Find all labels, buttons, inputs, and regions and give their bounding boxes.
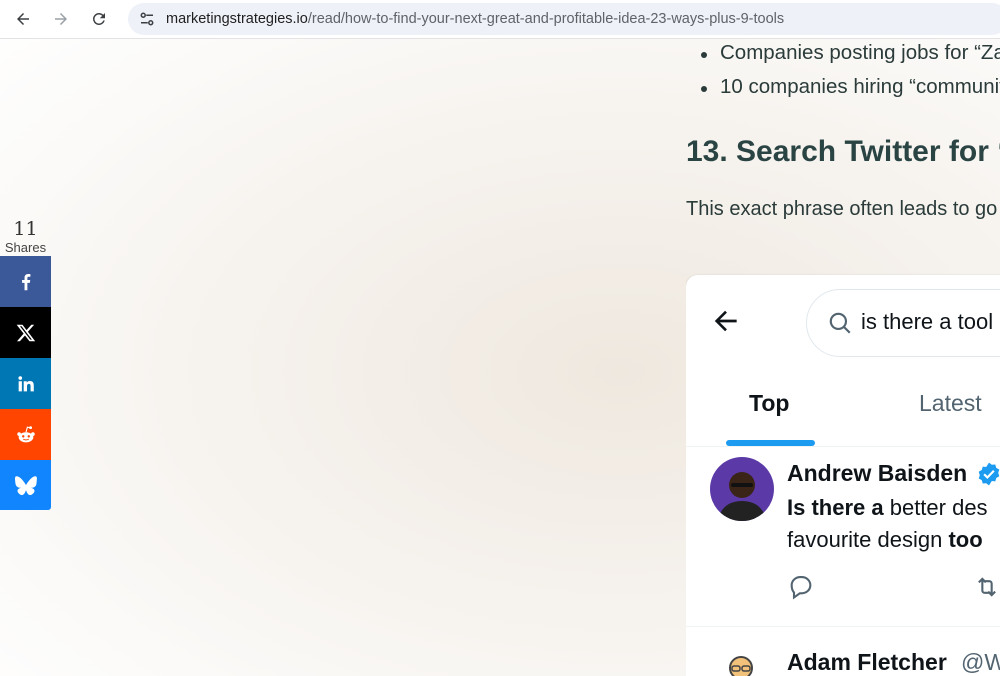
list-item: Companies posting jobs for “Za xyxy=(701,41,1000,65)
x-icon xyxy=(16,324,35,341)
share-linkedin-button[interactable] xyxy=(0,358,51,409)
tweet-author: Adam Fletcher xyxy=(787,649,947,675)
share-facebook-button[interactable] xyxy=(0,256,51,307)
reload-icon xyxy=(92,12,105,25)
search-icon xyxy=(829,312,851,334)
browser-toolbar: marketingstrategies.io/read/how-to-find-… xyxy=(0,0,1000,39)
tweet-text-line: favourite design too xyxy=(787,527,983,553)
tab-top: Top xyxy=(749,390,790,416)
reddit-icon xyxy=(16,425,35,442)
reply-icon xyxy=(790,576,812,600)
avatar xyxy=(720,648,762,676)
verified-badge-icon xyxy=(978,462,1000,486)
tweet-text-bold: too xyxy=(948,527,983,552)
forward-button[interactable] xyxy=(47,5,75,33)
retweet-icon xyxy=(978,577,996,597)
article-content: Companies posting jobs for “Za 10 compan… xyxy=(686,38,1000,676)
share-x-button[interactable] xyxy=(0,307,51,358)
bluesky-icon xyxy=(14,476,37,496)
tweet-text-line: Is there a better des xyxy=(787,495,988,521)
share-count: 11 xyxy=(13,218,38,240)
twitter-search-screenshot: is there a tool Top Latest Andrew Baisde… xyxy=(686,275,1000,676)
arrow-right-icon xyxy=(55,13,67,25)
reload-button[interactable] xyxy=(85,5,113,33)
arrow-left-icon xyxy=(17,13,29,25)
twitter-search-query: is there a tool xyxy=(861,309,994,334)
tab-latest: Latest xyxy=(919,390,982,416)
arrow-left-icon xyxy=(714,310,737,332)
tweet-text-bold: Is there a xyxy=(787,495,884,520)
paragraph: This exact phrase often leads to go xyxy=(686,198,998,220)
url-domain: marketingstrategies.io xyxy=(166,11,308,27)
divider xyxy=(686,446,1000,447)
tweet-author: Andrew Baisden xyxy=(787,460,968,486)
share-reddit-button[interactable] xyxy=(0,409,51,460)
tune-icon xyxy=(140,12,154,26)
url-text[interactable]: marketingstrategies.io/read/how-to-find-… xyxy=(166,11,784,27)
address-bar[interactable]: marketingstrategies.io/read/how-to-find-… xyxy=(128,3,1000,35)
share-label: Shares xyxy=(4,240,47,255)
tweet-text: favourite design xyxy=(787,527,949,552)
linkedin-icon xyxy=(17,375,34,391)
url-path: /read/how-to-find-your-next-great-and-pr… xyxy=(307,11,785,27)
share-counter: 11 Shares xyxy=(0,218,51,256)
tweet-text: better des xyxy=(883,495,988,520)
share-bluesky-button[interactable] xyxy=(0,460,51,510)
site-info-button[interactable] xyxy=(136,8,158,30)
list-item: 10 companies hiring “communit xyxy=(701,75,1000,99)
tweet-handle: @W xyxy=(961,649,1000,675)
avatar xyxy=(710,457,774,521)
back-button[interactable] xyxy=(9,5,37,33)
twitter-search-box: is there a tool xyxy=(806,289,1000,357)
section-heading: 13. Search Twitter for “is xyxy=(686,135,1000,168)
facebook-icon xyxy=(21,273,30,290)
divider xyxy=(686,626,1000,627)
